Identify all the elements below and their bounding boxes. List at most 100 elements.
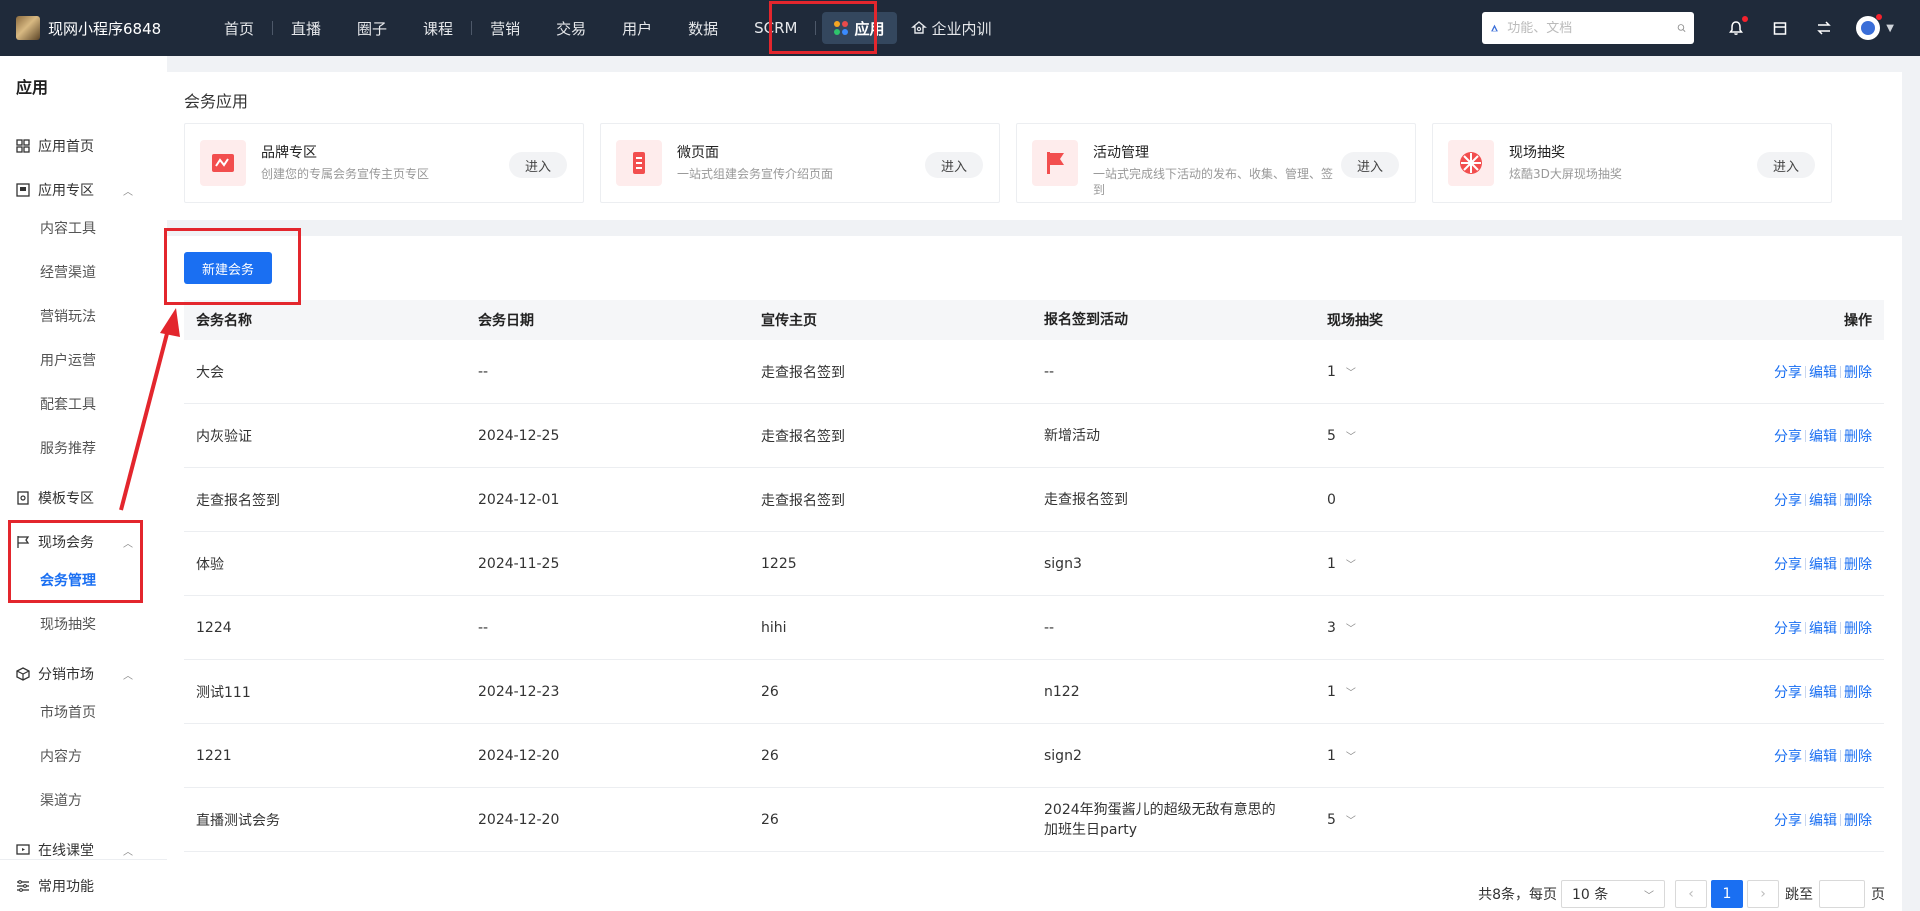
sidebar-item-content-tools[interactable]: 内容工具 [40,206,96,250]
nav-item-trade[interactable]: 交易 [538,0,604,56]
delete-link[interactable]: 删除 [1844,490,1872,510]
enter-button[interactable]: 进入 [925,152,983,178]
row-actions: 分享 编辑 删除 [1774,554,1872,574]
enter-button[interactable]: 进入 [509,152,567,178]
cell-home: 走查报名签到 [761,428,845,445]
edit-link[interactable]: 编辑 [1809,362,1837,382]
share-link[interactable]: 分享 [1774,490,1802,510]
action-divider [1805,685,1806,698]
new-meeting-button[interactable]: 新建会务 [184,252,272,284]
chevron-down-icon[interactable]: ﹀ [1346,364,1356,379]
sidebar-item-market-home[interactable]: 市场首页 [40,690,96,734]
nav-item-data[interactable]: 数据 [670,0,736,56]
cell-lottery[interactable]: 1 ﹀ [1327,684,1356,700]
edit-link[interactable]: 编辑 [1809,554,1837,574]
cell-lottery[interactable]: 3 ﹀ [1327,620,1356,636]
avatar[interactable] [1856,14,1883,40]
share-link[interactable]: 分享 [1774,362,1802,382]
sidebar-item-meeting-management[interactable]: 会务管理 [40,558,96,602]
search-box[interactable] [1482,12,1695,44]
delete-link[interactable]: 删除 [1844,682,1872,702]
chevron-down-icon[interactable]: ﹀ [1346,428,1356,443]
nav-item-circle[interactable]: 圈子 [339,0,405,56]
nav-item-home[interactable]: 首页 [206,0,272,56]
cell-home: 走查报名签到 [761,492,845,509]
sidebar-item-live-lottery[interactable]: 现场抽奖 [40,602,96,646]
edit-link[interactable]: 编辑 [1809,682,1837,702]
sidebar-item-service-recommend[interactable]: 服务推荐 [40,426,96,470]
sidebar-common-functions[interactable]: 常用功能 [0,859,167,911]
jump-page-input[interactable] [1819,880,1865,908]
nav-item-enterprise-training[interactable]: 企业内训 [903,0,1010,56]
enter-button[interactable]: 进入 [1341,152,1399,178]
sidebar-group-template-zone[interactable]: 模板专区 [0,476,167,520]
notification-bell-icon[interactable] [1726,16,1749,38]
delete-link[interactable]: 删除 [1844,426,1872,446]
edit-link[interactable]: 编辑 [1809,746,1837,766]
nav-item-scrm[interactable]: SCRM [736,0,815,56]
sidebar-item-channel-provider[interactable]: 渠道方 [40,778,82,822]
next-page-button[interactable]: › [1747,880,1779,908]
switch-icon[interactable] [1814,18,1834,38]
chevron-down-icon[interactable]: ﹀ [1346,620,1356,635]
delete-link[interactable]: 删除 [1844,746,1872,766]
cell-date: -- [478,619,489,636]
store-icon[interactable] [1770,18,1790,38]
edit-link[interactable]: 编辑 [1809,490,1837,510]
cell-lottery[interactable]: 5 ﹀ [1327,812,1356,828]
sidebar-item-business-channels[interactable]: 经营渠道 [40,250,96,294]
meeting-list-panel: 新建会务 会务名称 会务日期 宣传主页 报名签到活动 现场抽奖 操作 大会 -- 走… [167,236,1902,911]
page-size-select[interactable]: 10 条 ﹀ [1561,880,1665,908]
cell-lottery[interactable]: 1 ﹀ [1327,556,1356,572]
column-header-date: 会务日期 [478,313,534,329]
app-card-live-lottery[interactable]: 现场抽奖 炫酷3D大屏现场抽奖 进入 [1432,123,1832,203]
share-link[interactable]: 分享 [1774,810,1802,830]
delete-link[interactable]: 删除 [1844,618,1872,638]
sidebar-item-support-tools[interactable]: 配套工具 [40,382,96,426]
sidebar-item-user-ops[interactable]: 用户运营 [40,338,96,382]
app-card-brand-zone[interactable]: 品牌专区 创建您的专属会务宣传主页专区 进入 [184,123,584,203]
nav-item-course[interactable]: 课程 [405,0,471,56]
cell-lottery[interactable]: 1 ﹀ [1327,364,1356,380]
app-card-activity-management[interactable]: 活动管理 一站式完成线下活动的发布、收集、管理、签到 进入 [1016,123,1416,203]
sidebar-item-content-provider[interactable]: 内容方 [40,734,82,778]
meeting-apps-panel: 会务应用 品牌专区 创建您的专属会务宣传主页专区 进入 微页面 一站式组建会务宣… [167,72,1902,220]
brand[interactable]: 现网小程序6848 [0,16,206,40]
chevron-down-icon[interactable]: ﹀ [1346,556,1356,571]
chevron-down-icon[interactable]: ﹀ [1346,748,1356,763]
app-card-name: 品牌专区 [261,145,317,161]
chevron-down-icon[interactable]: ﹀ [1346,812,1356,827]
lottery-count: 3 [1327,619,1336,636]
cell-date: 2024-12-25 [478,427,560,444]
delete-link[interactable]: 删除 [1844,554,1872,574]
nav-item-live[interactable]: 直播 [273,0,339,56]
delete-link[interactable]: 删除 [1844,810,1872,830]
share-link[interactable]: 分享 [1774,682,1802,702]
search-icon[interactable] [1677,20,1686,36]
nav-item-apps[interactable]: 应用 [816,0,902,56]
prev-page-button[interactable]: ‹ [1675,880,1707,908]
cell-lottery[interactable]: 1 ﹀ [1327,748,1356,764]
chevron-down-icon[interactable]: ▼ [1886,23,1894,34]
search-input[interactable] [1507,20,1678,36]
share-link[interactable]: 分享 [1774,554,1802,574]
cell-lottery[interactable]: 5 ﹀ [1327,428,1356,444]
page-number-current[interactable]: 1 [1711,880,1743,908]
sidebar-item-marketing-play[interactable]: 营销玩法 [40,294,96,338]
chevron-down-icon[interactable]: ﹀ [1346,684,1356,699]
edit-link[interactable]: 编辑 [1809,426,1837,446]
sidebar-item-app-home[interactable]: 应用首页 [0,124,167,168]
action-divider [1840,429,1841,442]
edit-link[interactable]: 编辑 [1809,618,1837,638]
edit-link[interactable]: 编辑 [1809,810,1837,830]
share-link[interactable]: 分享 [1774,746,1802,766]
share-link[interactable]: 分享 [1774,426,1802,446]
cell-home: 26 [761,747,779,764]
share-link[interactable]: 分享 [1774,618,1802,638]
cube-icon [16,667,30,681]
enter-button[interactable]: 进入 [1757,152,1815,178]
app-card-micro-page[interactable]: 微页面 一站式组建会务宣传介绍页面 进入 [600,123,1000,203]
nav-item-users[interactable]: 用户 [604,0,670,56]
nav-item-marketing[interactable]: 营销 [472,0,538,56]
delete-link[interactable]: 删除 [1844,362,1872,382]
